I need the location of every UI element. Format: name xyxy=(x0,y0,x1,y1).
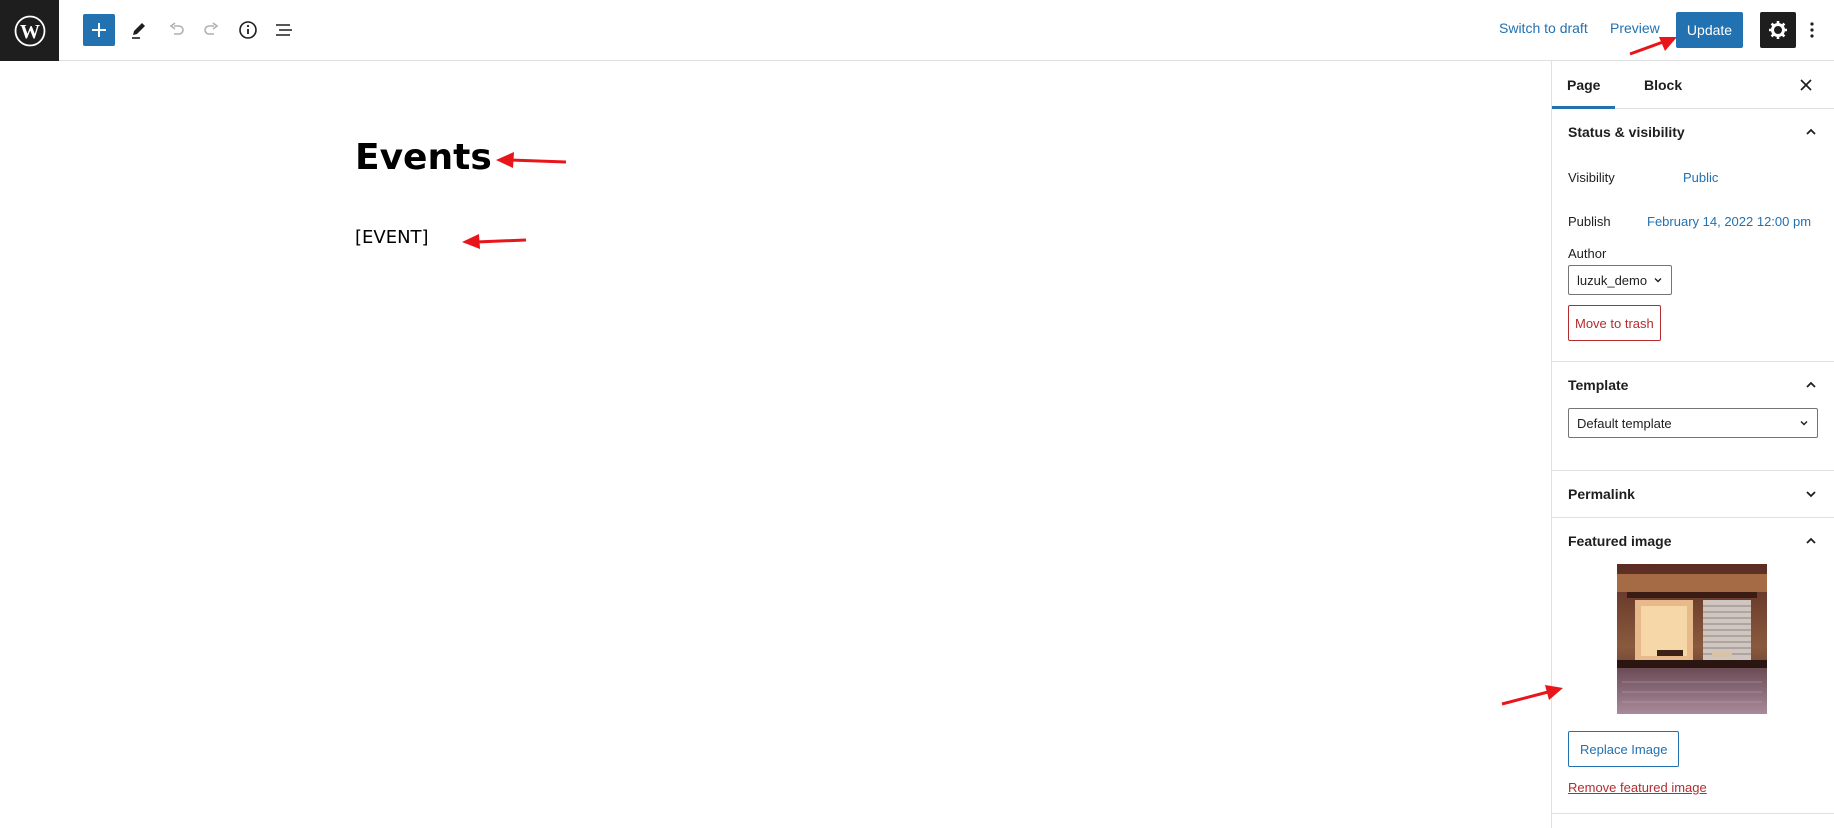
info-icon xyxy=(239,21,257,39)
panel-title: Status & visibility xyxy=(1568,124,1685,140)
publish-label: Publish xyxy=(1568,213,1611,229)
wordpress-icon: W xyxy=(14,15,45,46)
panel-title: Featured image xyxy=(1568,533,1672,549)
author-label-row: Author xyxy=(1552,243,1834,263)
pencil-icon xyxy=(132,23,145,39)
tools-button[interactable] xyxy=(123,14,155,46)
options-button[interactable] xyxy=(1802,14,1822,46)
settings-sidebar: Page Block Status & visibility Visibilit… xyxy=(1551,61,1834,828)
panel-title: Template xyxy=(1568,377,1629,393)
editor-header: W Switch to draft Preview Update xyxy=(0,0,1834,61)
chevron-up-icon xyxy=(1806,537,1816,544)
undo-button[interactable] xyxy=(160,14,192,46)
author-label: Author xyxy=(1568,245,1607,261)
undo-icon xyxy=(169,22,184,35)
template-select-wrap: Default template xyxy=(1552,408,1834,438)
featured-image-thumbnail[interactable] xyxy=(1617,564,1767,714)
publish-date-toggle[interactable]: February 14, 2022 12:00 pm xyxy=(1647,214,1811,229)
kebab-icon xyxy=(1810,22,1814,38)
move-to-trash-button[interactable]: Move to trash xyxy=(1568,305,1661,341)
permalink-panel: Permalink xyxy=(1552,471,1834,518)
editor-canvas[interactable]: Events [EVENT] xyxy=(0,61,1551,828)
author-select[interactable]: luzuk_demo xyxy=(1568,265,1672,295)
wordpress-logo[interactable]: W xyxy=(0,0,59,61)
status-visibility-panel: Status & visibility Visibility Public Pu… xyxy=(1552,109,1834,362)
settings-button[interactable] xyxy=(1760,12,1796,48)
visibility-label: Visibility xyxy=(1568,169,1615,185)
author-value: luzuk_demo xyxy=(1577,272,1648,288)
featured-image-wrap xyxy=(1552,564,1834,719)
gear-icon xyxy=(1769,21,1787,39)
tab-page[interactable]: Page xyxy=(1552,61,1616,109)
list-view-icon xyxy=(276,24,292,36)
permalink-toggle[interactable]: Permalink xyxy=(1552,471,1834,517)
add-block-button[interactable] xyxy=(83,14,115,46)
template-value: Default template xyxy=(1577,415,1672,431)
close-sidebar-button[interactable] xyxy=(1796,75,1816,95)
chevron-down-icon xyxy=(1654,278,1662,283)
trash-wrap: Move to trash xyxy=(1552,295,1834,341)
sidebar-tabs: Page Block xyxy=(1552,61,1834,109)
details-button[interactable] xyxy=(232,14,264,46)
replace-image-button[interactable]: Replace Image xyxy=(1568,731,1680,767)
author-select-wrap: luzuk_demo xyxy=(1552,263,1834,295)
visibility-toggle[interactable]: Public xyxy=(1683,170,1718,185)
plus-icon xyxy=(92,23,106,37)
template-select[interactable]: Default template xyxy=(1568,408,1818,438)
panel-title: Permalink xyxy=(1568,486,1635,502)
remove-featured-image-link[interactable]: Remove featured image xyxy=(1568,780,1707,795)
chevron-up-icon xyxy=(1806,128,1816,135)
block-editor: W Switch to draft Preview Update Events … xyxy=(0,0,1834,828)
close-icon xyxy=(1800,79,1812,91)
template-panel: Template Default template xyxy=(1552,362,1834,471)
remove-image-wrap: Remove featured image xyxy=(1552,767,1834,797)
publish-row: Publish February 14, 2022 12:00 pm xyxy=(1552,199,1834,243)
redo-icon xyxy=(204,22,219,35)
redo-button[interactable] xyxy=(196,14,228,46)
visibility-row: Visibility Public xyxy=(1552,155,1834,199)
switch-to-draft-button[interactable]: Switch to draft xyxy=(1499,20,1588,36)
featured-image-toggle[interactable]: Featured image xyxy=(1552,518,1834,564)
featured-image-panel: Featured image Replace Image Remove feat… xyxy=(1552,518,1834,814)
tab-block[interactable]: Block xyxy=(1629,61,1697,109)
replace-image-wrap: Replace Image xyxy=(1552,719,1834,767)
chevron-down-icon xyxy=(1806,491,1816,498)
update-button[interactable]: Update xyxy=(1676,12,1743,48)
svg-text:W: W xyxy=(20,21,40,43)
chevron-down-icon xyxy=(1800,421,1808,426)
shortcode-block[interactable]: [EVENT] xyxy=(355,227,429,248)
page-title[interactable]: Events xyxy=(355,137,492,178)
list-view-button[interactable] xyxy=(268,14,300,46)
template-toggle[interactable]: Template xyxy=(1552,362,1834,408)
preview-button[interactable]: Preview xyxy=(1610,20,1660,36)
status-visibility-toggle[interactable]: Status & visibility xyxy=(1552,109,1834,155)
chevron-up-icon xyxy=(1806,381,1816,388)
